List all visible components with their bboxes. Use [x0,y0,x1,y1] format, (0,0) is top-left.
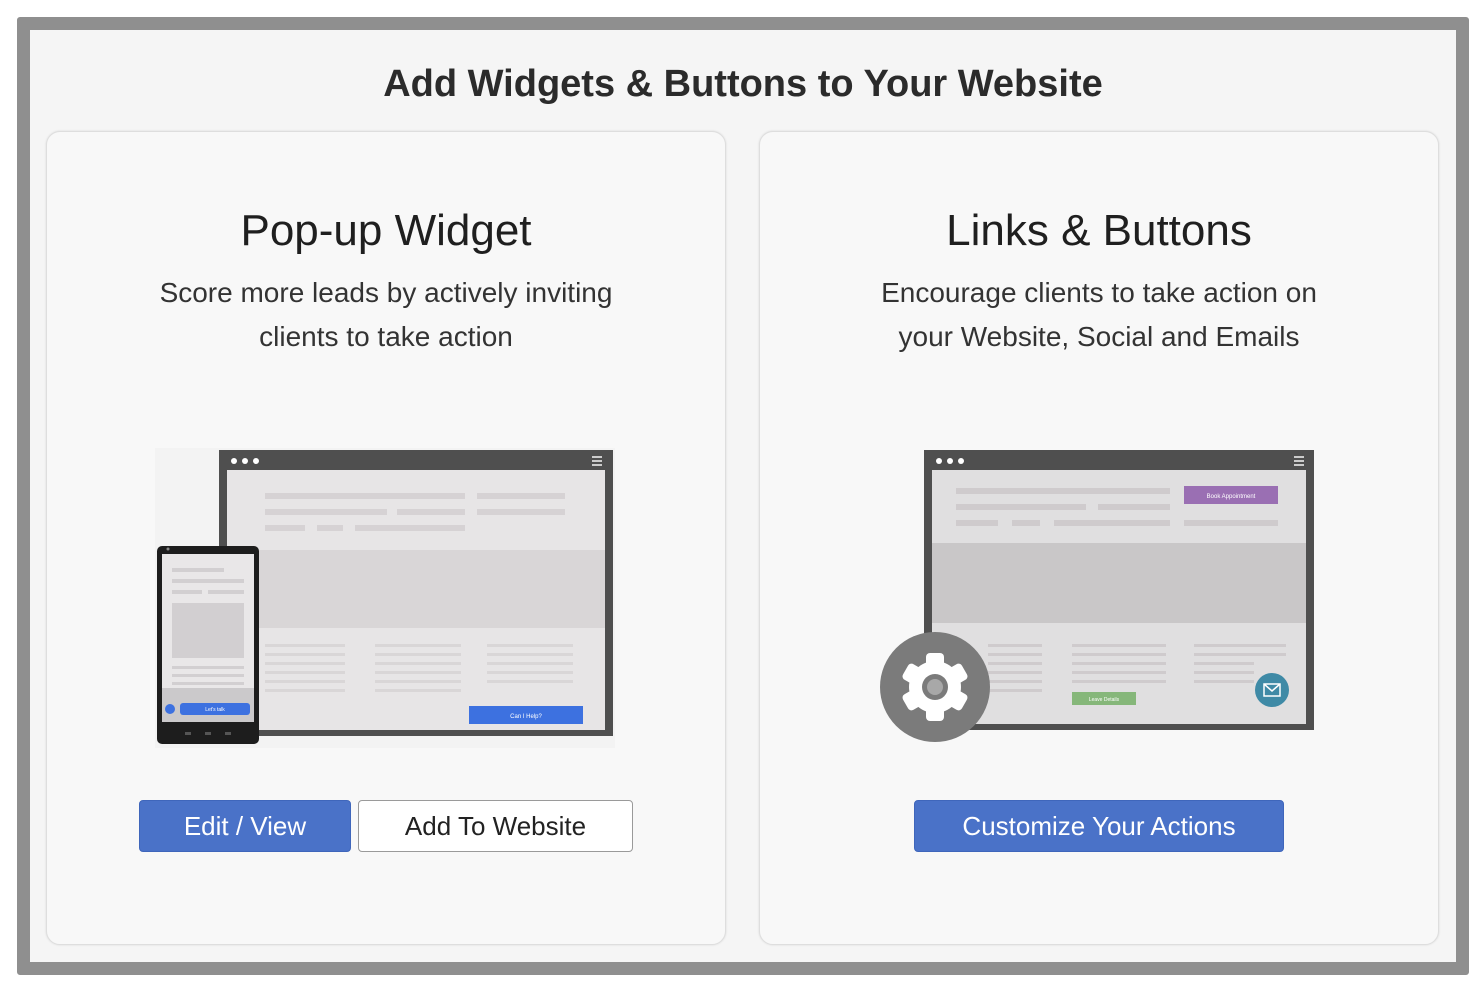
popup-help-label: Can I Help? [510,714,542,720]
card-title: Pop-up Widget [240,206,532,255]
card-description-line: Score more leads by actively inviting [159,277,613,308]
popup-widget-illustration: Can I Help? Let's talk [155,448,615,748]
phone-talk-label: Let's talk [205,707,225,713]
page-title: Add Widgets & Buttons to Your Website [383,63,1103,105]
card-description-line: your Website, Social and Emails [898,321,1300,352]
card-title: Links & Buttons [946,206,1252,255]
gear-icon [880,632,990,742]
popup-widget-card: Pop-up Widget Score more leads by active… [46,131,726,945]
mail-icon [1255,673,1289,707]
links-buttons-card: Links & Buttons Encourage clients to tak… [759,131,1439,945]
links-buttons-illustration: Book Appointment Leave Details [880,450,1314,742]
card-description: Encourage clients to take action on your… [760,271,1438,359]
card-description: Score more leads by actively inviting cl… [47,271,725,359]
add-to-website-button[interactable]: Add To Website [358,800,633,852]
card-description-line: Encourage clients to take action on [881,277,1317,308]
widgets-panel: Add Widgets & Buttons to Your Website Po… [17,17,1469,975]
edit-view-button[interactable]: Edit / View [139,800,351,852]
customize-actions-button[interactable]: Customize Your Actions [914,800,1284,852]
card-description-line: clients to take action [259,321,513,352]
leave-details-label: Leave Details [1089,697,1120,703]
book-appointment-label: Book Appointment [1207,494,1256,500]
